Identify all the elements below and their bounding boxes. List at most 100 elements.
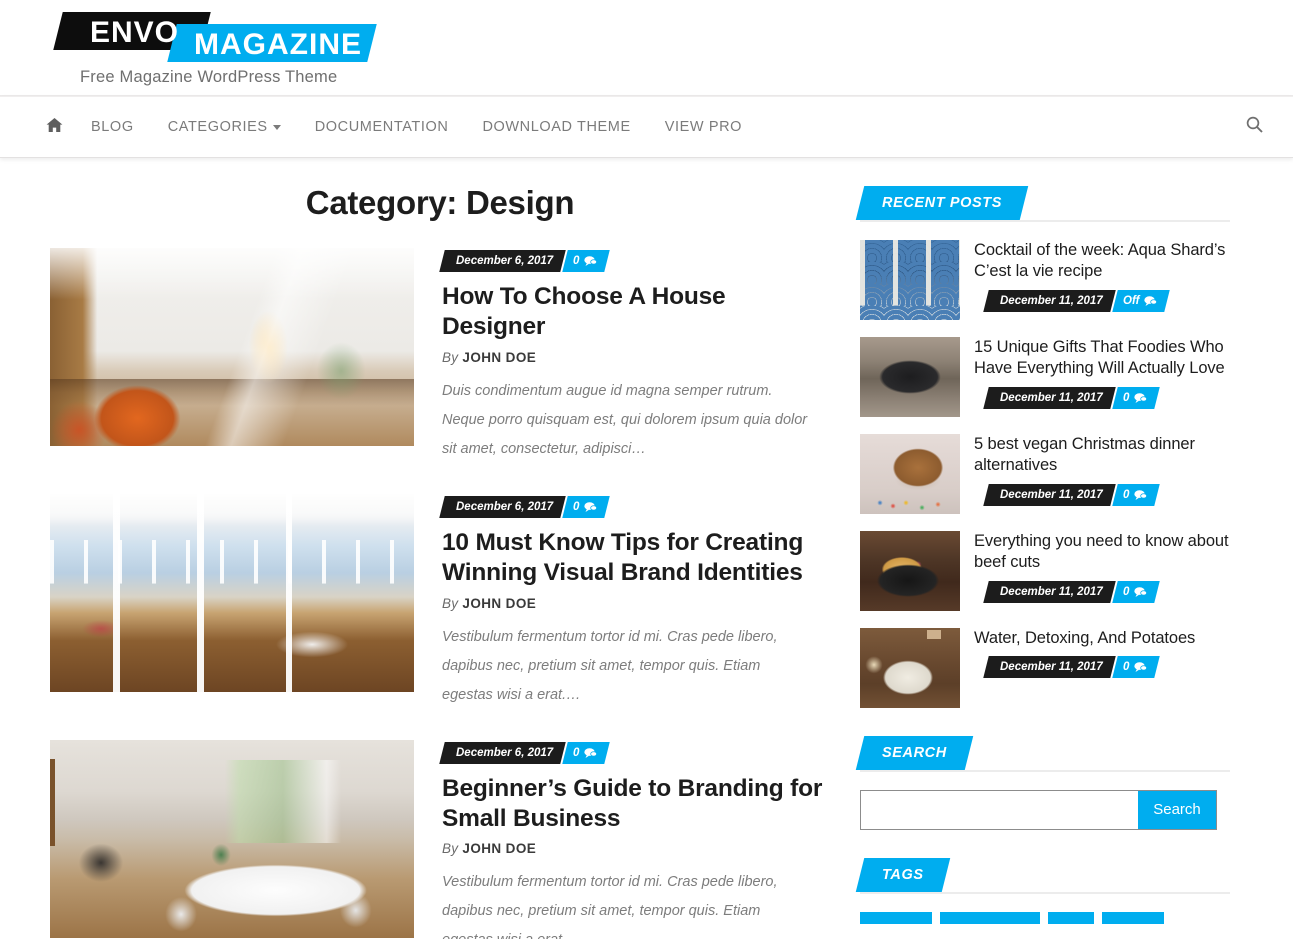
widget-title: TAGS: [882, 866, 924, 883]
recent-post-comment-count: Off: [1122, 294, 1140, 307]
recent-post-item: Water, Detoxing, And Potatoes December 1…: [860, 627, 1230, 708]
post-excerpt: Vestibulum fermentum tortor id mi. Cras …: [442, 628, 778, 703]
site-header: ENVO MAGAZINE Free Magazine WordPress Th…: [0, 0, 1293, 96]
comment-bubble-icon: [1134, 392, 1148, 404]
nav-item-home[interactable]: [46, 117, 63, 138]
post-date-badge: December 6, 2017: [439, 495, 566, 518]
comment-bubble-icon: [584, 255, 598, 267]
nav-item-categories[interactable]: CATEGORIES: [168, 119, 281, 135]
recent-post-meta-badge: December 11, 2017 0: [983, 386, 1160, 409]
recent-post-comment-badge[interactable]: 0: [1111, 483, 1160, 506]
post-image: [50, 248, 414, 446]
post-thumbnail[interactable]: [50, 739, 414, 938]
site-tagline: Free Magazine WordPress Theme: [80, 68, 338, 86]
post-author: By JOHN DOE: [442, 596, 830, 611]
recent-post-thumbnail[interactable]: [860, 336, 960, 417]
logo-text-secondary: MAGAZINE: [194, 28, 362, 61]
post-title[interactable]: How To Choose A House Designer: [442, 282, 830, 343]
post-comment-badge[interactable]: 0: [562, 250, 611, 272]
post-comment-badge[interactable]: 0: [562, 741, 611, 764]
widget-title-tab: RECENT POSTS: [855, 186, 1029, 220]
by-label: By: [442, 595, 459, 611]
post-date: December 6, 2017: [456, 255, 554, 267]
page-title: Category: Design: [305, 184, 575, 221]
post-comment-badge[interactable]: 0: [562, 495, 611, 518]
recent-post-item: 5 best vegan Christmas dinner alternativ…: [860, 433, 1230, 516]
widget-search: SEARCH Search: [855, 735, 1230, 830]
recent-post-body: Cocktail of the week: Aqua Shard’s C’est…: [960, 240, 1230, 322]
post-meta-badge: December 6, 2017 0: [439, 250, 611, 272]
recent-post-thumbnail[interactable]: [860, 240, 960, 320]
recent-post-title[interactable]: 5 best vegan Christmas dinner alternativ…: [974, 434, 1230, 477]
by-label: By: [442, 349, 459, 365]
nav-item-label: BLOG: [91, 119, 134, 135]
recent-post-thumbnail[interactable]: [860, 627, 960, 708]
post-comment-count: 0: [573, 255, 580, 267]
nav-item-label: VIEW PRO: [664, 119, 743, 135]
post-thumbnail[interactable]: [50, 248, 414, 446]
recent-post-comment-badge[interactable]: 0: [1111, 386, 1160, 409]
author-name[interactable]: JOHN DOE: [462, 841, 536, 856]
tag-item[interactable]: [860, 911, 932, 924]
recent-post-image: [860, 530, 960, 611]
recent-post-title[interactable]: Everything you need to know about beef c…: [974, 531, 1230, 574]
page-body: Category: Design December 6, 2017 0 How …: [0, 158, 1293, 939]
recent-post-date-badge: December 11, 2017: [983, 655, 1116, 678]
nav-item-label: DOWNLOAD THEME: [482, 119, 631, 135]
recent-post-image: [860, 627, 960, 708]
recent-post-comment-badge[interactable]: 0: [1111, 580, 1160, 603]
tag-item[interactable]: [940, 911, 1040, 924]
post-meta-badge: December 6, 2017 0: [439, 495, 611, 518]
site-logo[interactable]: ENVO MAGAZINE Free Magazine WordPress Th…: [53, 8, 388, 88]
tag-item[interactable]: [1048, 911, 1094, 924]
recent-post-title[interactable]: Water, Detoxing, And Potatoes: [974, 628, 1230, 649]
nav-item-blog[interactable]: BLOG: [91, 119, 134, 135]
post-body: December 6, 2017 0 How To Choose A House…: [414, 248, 830, 464]
widget-header: SEARCH: [855, 735, 1230, 772]
nav-item-documentation[interactable]: DOCUMENTATION: [315, 119, 449, 135]
widget-title-tab: TAGS: [855, 857, 950, 892]
recent-post-meta-badge: December 11, 2017 Off: [983, 289, 1170, 312]
author-name[interactable]: JOHN DOE: [462, 596, 536, 611]
nav-item-download-theme[interactable]: DOWNLOAD THEME: [482, 119, 630, 135]
tag-item[interactable]: [1102, 911, 1164, 924]
recent-post-date-badge: December 11, 2017: [983, 289, 1116, 312]
search-icon: [1246, 116, 1263, 138]
post-meta-badge: December 6, 2017 0: [439, 741, 611, 764]
recent-post-body: 5 best vegan Christmas dinner alternativ…: [960, 434, 1230, 516]
chevron-down-icon: [272, 124, 281, 130]
recent-post-date: December 11, 2017: [1000, 488, 1103, 501]
by-label: By: [442, 841, 459, 857]
post-title[interactable]: Beginner’s Guide to Branding for Small B…: [442, 774, 830, 835]
recent-post-thumbnail[interactable]: [860, 530, 960, 611]
recent-post-thumbnail[interactable]: [860, 433, 960, 514]
post-item: December 6, 2017 0 10 Must Know Tips for…: [50, 493, 830, 710]
post-thumbnail[interactable]: [50, 493, 414, 692]
recent-post-image: [860, 433, 960, 514]
comment-bubble-icon: [1134, 661, 1148, 673]
recent-post-comment-badge[interactable]: 0: [1111, 655, 1160, 678]
recent-post-date: December 11, 2017: [1000, 294, 1103, 307]
search-button[interactable]: Search: [1138, 790, 1216, 829]
post-author: By JOHN DOE: [442, 841, 830, 856]
post-item: December 6, 2017 0 Beginner’s Guide to B…: [50, 739, 830, 939]
recent-post-title[interactable]: Cocktail of the week: Aqua Shard’s C’est…: [974, 240, 1230, 283]
widget-tags: TAGS: [855, 857, 1230, 924]
recent-post-comment-badge[interactable]: Off: [1111, 289, 1170, 312]
post-comment-count: 0: [573, 500, 580, 513]
search-input[interactable]: [861, 790, 1138, 829]
author-name[interactable]: JOHN DOE: [462, 350, 536, 365]
nav-search-toggle[interactable]: [1246, 116, 1263, 138]
nav-item-view-pro[interactable]: VIEW PRO: [665, 119, 742, 135]
recent-post-item: 15 Unique Gifts That Foodies Who Have Ev…: [860, 336, 1230, 419]
recent-post-comment-count: 0: [1122, 488, 1130, 501]
recent-post-image: [860, 240, 960, 320]
widget-title: RECENT POSTS: [882, 195, 1002, 211]
widget-title-tab: SEARCH: [855, 735, 974, 770]
widget-recent-posts: RECENT POSTS Cocktail of the week: Aqua …: [855, 186, 1230, 708]
post-title[interactable]: 10 Must Know Tips for Creating Winning V…: [442, 528, 830, 589]
recent-post-date: December 11, 2017: [1000, 585, 1103, 598]
recent-post-body: 15 Unique Gifts That Foodies Who Have Ev…: [960, 337, 1230, 419]
recent-post-title[interactable]: 15 Unique Gifts That Foodies Who Have Ev…: [974, 337, 1230, 380]
widget-title: SEARCH: [882, 744, 947, 761]
